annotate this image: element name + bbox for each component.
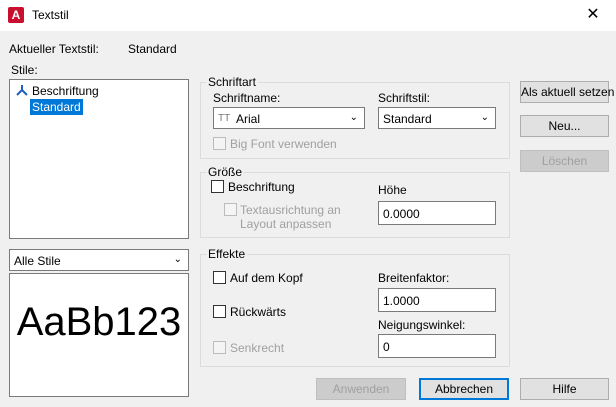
new-style-button[interactable]: Neu... (520, 115, 609, 137)
oblique-angle-input[interactable]: 0 (378, 334, 496, 358)
oblique-angle-value: 0 (383, 340, 390, 354)
font-style-value: Standard (383, 112, 432, 126)
match-layout-label-line1: Textausrichtung an (240, 203, 341, 217)
chevron-down-icon: ⌄ (173, 254, 182, 265)
height-input[interactable]: 0.0000 (378, 201, 496, 225)
preview-text: AaBb123 (16, 300, 182, 344)
height-value: 0.0000 (383, 207, 420, 221)
apply-button[interactable]: Anwenden (316, 378, 406, 400)
width-factor-input[interactable]: 1.0000 (378, 288, 496, 312)
bigfont-checkbox[interactable] (213, 137, 226, 150)
current-style-value: Standard (128, 42, 177, 56)
font-name-select[interactable]: TT Arial ⌄ (213, 107, 365, 129)
vertical-label: Senkrecht (230, 341, 285, 355)
style-item-standard[interactable]: Standard (30, 99, 83, 115)
window-title: Textstil (32, 8, 69, 22)
upside-down-checkbox[interactable] (213, 271, 226, 284)
vertical-checkbox[interactable] (213, 341, 226, 354)
font-style-select[interactable]: Standard ⌄ (378, 107, 496, 129)
size-group-title: Größe (206, 165, 245, 179)
annotative-icon (16, 84, 28, 99)
width-factor-value: 1.0000 (383, 294, 420, 308)
cancel-button[interactable]: Abbrechen (419, 378, 509, 400)
app-icon: A (8, 7, 24, 23)
font-name-label: Schriftname: (213, 91, 281, 105)
upside-down-label: Auf dem Kopf (230, 271, 303, 285)
oblique-angle-label: Neigungswinkel: (378, 318, 466, 332)
effects-group-title: Effekte (206, 247, 248, 261)
styles-label: Stile: (11, 63, 38, 77)
help-button[interactable]: Hilfe (520, 378, 609, 400)
font-group-title: Schriftart (206, 75, 259, 89)
width-factor-label: Breitenfaktor: (378, 271, 450, 285)
styles-list[interactable]: Beschriftung Standard (9, 79, 189, 239)
match-layout-label-line2: Layout anpassen (240, 217, 332, 231)
set-current-button[interactable]: Als aktuell setzen (520, 81, 614, 103)
font-name-value: Arial (236, 112, 261, 126)
preview-box: AaBb123 (9, 273, 189, 397)
current-style-label: Aktueller Textstil: (9, 42, 99, 56)
truetype-icon: TT (218, 113, 231, 124)
close-icon[interactable]: ✕ (578, 4, 608, 26)
bigfont-label: Big Font verwenden (230, 137, 337, 151)
chevron-down-icon: ⌄ (480, 112, 489, 123)
height-label: Höhe (378, 183, 407, 197)
style-filter-value: Alle Stile (14, 254, 61, 268)
chevron-down-icon: ⌄ (349, 112, 358, 123)
backwards-label: Rückwärts (230, 305, 287, 319)
title-bar: A Textstil ✕ (0, 0, 616, 31)
backwards-checkbox[interactable] (213, 305, 226, 318)
style-item-beschriftung[interactable]: Beschriftung (32, 84, 99, 98)
style-filter-select[interactable]: Alle Stile ⌄ (9, 249, 189, 271)
match-layout-checkbox[interactable] (224, 203, 237, 216)
annotative-checkbox[interactable] (211, 180, 224, 193)
font-style-label: Schriftstil: (378, 91, 431, 105)
annotative-label: Beschriftung (228, 180, 295, 194)
delete-style-button[interactable]: Löschen (520, 150, 609, 172)
